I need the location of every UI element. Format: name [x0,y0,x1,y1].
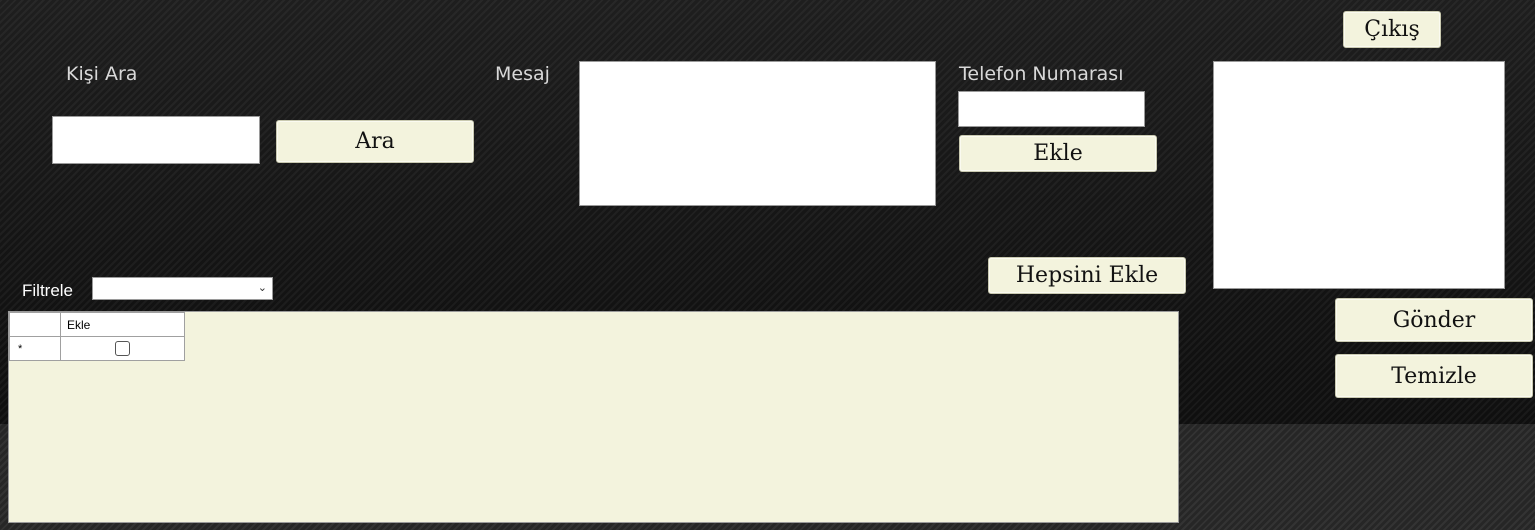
numbers-listbox[interactable] [1213,61,1505,289]
row-checkbox[interactable] [115,341,130,357]
contacts-grid[interactable]: Ekle * [8,311,1179,523]
clear-button[interactable]: Temizle [1335,354,1533,398]
filter-select[interactable]: ⌄ [92,277,273,300]
add-all-button[interactable]: Hepsini Ekle [988,257,1186,294]
grid-cell-ekle [60,336,185,361]
grid-column-header-ekle[interactable]: Ekle [60,312,185,337]
message-label: Mesaj [495,63,550,85]
exit-button[interactable]: Çıkış [1343,11,1441,48]
grid-header-row: Ekle [9,312,185,337]
filter-label: Filtrele [22,281,74,300]
new-row-marker: * [9,336,61,361]
message-textarea[interactable] [579,61,936,206]
chevron-down-icon: ⌄ [257,281,267,294]
add-phone-button[interactable]: Ekle [959,135,1157,172]
phone-label: Telefon Numarası [959,63,1124,85]
send-button[interactable]: Gönder [1335,298,1533,342]
search-input[interactable] [52,116,260,164]
phone-input[interactable] [958,91,1145,127]
table-row: * [9,336,185,361]
search-label: Kişi Ara [66,63,138,85]
grid-row-header-corner [9,312,61,337]
search-button[interactable]: Ara [276,120,474,163]
grid-table: Ekle * [9,312,185,361]
